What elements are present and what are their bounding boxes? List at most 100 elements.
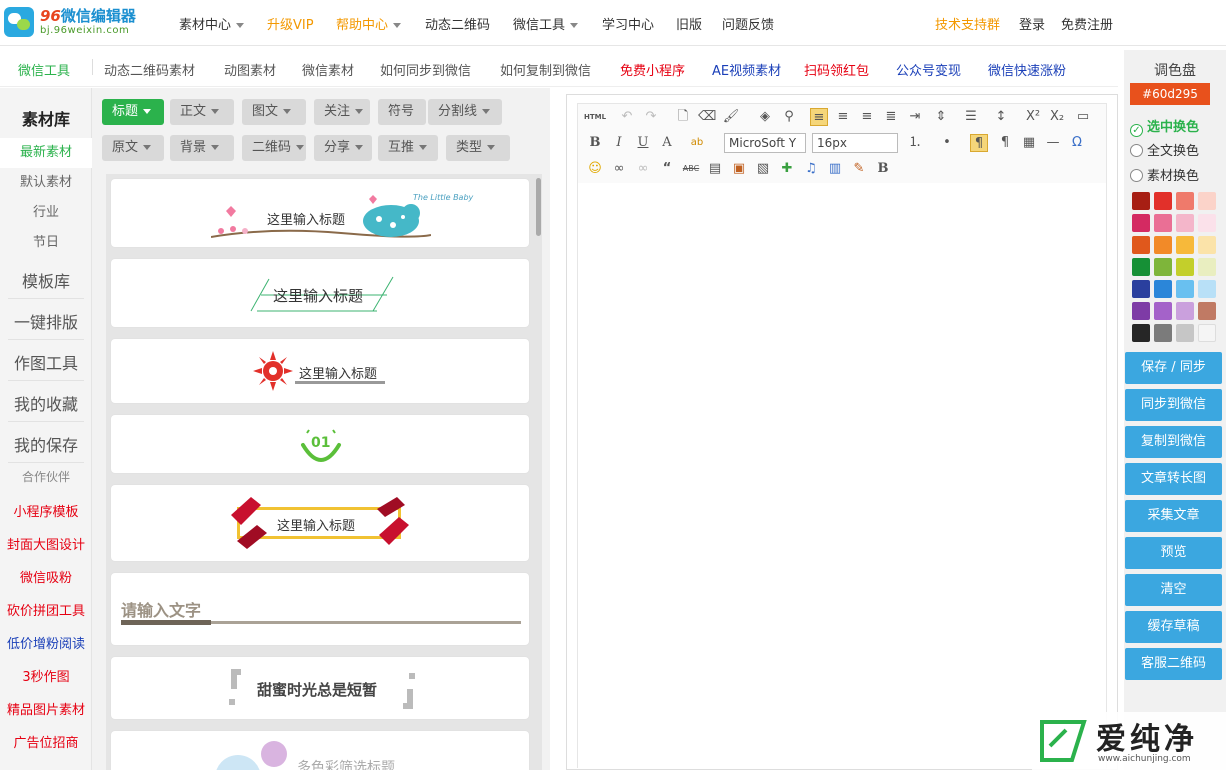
strikethrough-icon[interactable]: ABC: [682, 160, 700, 178]
login-link[interactable]: 登录: [1019, 14, 1045, 33]
calendar-icon[interactable]: ▤: [706, 160, 724, 178]
emoji-icon[interactable]: ☺: [586, 160, 604, 178]
editor-content-area[interactable]: [577, 183, 1107, 768]
category-button-1[interactable]: 正文: [170, 99, 234, 125]
music-icon[interactable]: ♫: [802, 160, 820, 178]
color-swatch[interactable]: [1132, 192, 1150, 210]
subnav-item-7[interactable]: AE视频素材: [712, 60, 781, 79]
sidebar-item-1[interactable]: 默认素材: [0, 168, 92, 198]
sidebar-section-3[interactable]: 我的收藏: [0, 391, 92, 415]
color-swatch[interactable]: [1198, 302, 1216, 320]
category-button-3[interactable]: 关注: [314, 99, 370, 125]
color-swatch[interactable]: [1132, 214, 1150, 232]
color-swatch[interactable]: [1132, 324, 1150, 342]
sidebar-section-0[interactable]: 模板库: [0, 268, 92, 292]
subnav-item-6[interactable]: 免费小程序: [620, 60, 685, 79]
align-right-icon[interactable]: ≡: [858, 108, 876, 126]
color-swatch[interactable]: [1176, 214, 1194, 232]
material-card-4[interactable]: 01: [110, 414, 530, 474]
material-card-6[interactable]: 请输入文字: [110, 572, 530, 646]
color-swatch[interactable]: [1154, 324, 1172, 342]
category-button-row2-4[interactable]: 互推: [378, 135, 438, 161]
topnav-item-7[interactable]: 问题反馈: [722, 14, 774, 33]
eraser-icon[interactable]: ⌫: [698, 108, 716, 126]
color-swatch[interactable]: [1198, 214, 1216, 232]
action-button-0[interactable]: 保存 / 同步: [1125, 352, 1222, 384]
site-logo[interactable]: 96微信编辑器 bj.96weixin.com: [4, 5, 154, 41]
color-swatch[interactable]: [1176, 236, 1194, 254]
puzzle-plugin-icon[interactable]: ✚: [778, 160, 796, 178]
color-swatch[interactable]: [1132, 280, 1150, 298]
partner-link-7[interactable]: 广告位招商: [0, 732, 92, 751]
partner-link-1[interactable]: 封面大图设计: [0, 534, 92, 553]
sidebar-section-2[interactable]: 作图工具: [0, 350, 92, 374]
category-button-2[interactable]: 图文: [242, 99, 306, 125]
subnav-item-8[interactable]: 扫码领红包: [804, 60, 869, 79]
indent-icon[interactable]: ⇥: [906, 108, 924, 126]
color-mode-option-0[interactable]: 选中换色: [1130, 116, 1199, 137]
color-swatch[interactable]: [1154, 214, 1172, 232]
color-mode-option-2[interactable]: 素材换色: [1130, 165, 1199, 184]
horizontal-rule-icon[interactable]: —: [1044, 134, 1062, 152]
subnav-item-4[interactable]: 如何同步到微信: [380, 60, 471, 79]
html-source-button[interactable]: HTML: [584, 108, 606, 126]
category-button-row2-2[interactable]: 二维码: [242, 135, 306, 161]
find-replace-icon[interactable]: ⚲: [780, 108, 798, 126]
subnav-item-10[interactable]: 微信快速涨粉: [988, 60, 1066, 79]
material-card-2[interactable]: 这里输入标题: [110, 258, 530, 328]
sidebar-section-4[interactable]: 我的保存: [0, 432, 92, 456]
color-mode-option-1[interactable]: 全文换色: [1130, 140, 1199, 159]
color-swatch[interactable]: [1198, 280, 1216, 298]
font-color-icon[interactable]: A: [658, 134, 676, 152]
align-center-icon[interactable]: ≡: [834, 108, 852, 126]
redo-icon[interactable]: ↷: [642, 108, 660, 126]
fill-bucket-icon[interactable]: ◈: [756, 108, 774, 126]
action-button-1[interactable]: 同步到微信: [1125, 389, 1222, 421]
partner-link-3[interactable]: 砍价拼团工具: [0, 600, 92, 619]
subnav-item-5[interactable]: 如何复制到微信: [500, 60, 591, 79]
partner-link-4[interactable]: 低价增粉阅读: [0, 633, 92, 652]
undo-icon[interactable]: ↶: [618, 108, 636, 126]
material-card-8[interactable]: 多色彩筛选标题: [110, 730, 530, 770]
format-brush-icon[interactable]: 🖌: [722, 108, 740, 126]
topnav-item-3[interactable]: 动态二维码: [425, 14, 490, 33]
action-button-2[interactable]: 复制到微信: [1125, 426, 1222, 458]
sidebar-item-2[interactable]: 行业: [0, 198, 92, 228]
ltr-direction-icon[interactable]: ¶: [970, 134, 988, 152]
color-swatch[interactable]: [1198, 192, 1216, 210]
category-button-4[interactable]: 符号: [378, 99, 426, 125]
topnav-item-0[interactable]: 素材中心: [179, 14, 245, 33]
color-swatch[interactable]: [1154, 302, 1172, 320]
font-size-select[interactable]: 16px: [812, 133, 898, 153]
color-swatch[interactable]: [1154, 280, 1172, 298]
topnav-item-6[interactable]: 旧版: [676, 14, 702, 33]
color-swatch[interactable]: [1154, 258, 1172, 276]
color-swatch[interactable]: [1132, 236, 1150, 254]
material-card-1[interactable]: 这里输入标题 The Little Baby: [110, 178, 530, 248]
color-swatch[interactable]: [1176, 280, 1194, 298]
paragraph-spacing-icon[interactable]: ⇕: [932, 108, 950, 126]
unordered-list-icon[interactable]: •: [938, 134, 956, 152]
align-justify-icon[interactable]: ≣: [882, 108, 900, 126]
subnav-item-3[interactable]: 微信素材: [302, 60, 354, 79]
bold-alt-icon[interactable]: B: [874, 160, 892, 178]
material-card-3[interactable]: 这里输入标题: [110, 338, 530, 404]
unlink-icon[interactable]: ∞: [634, 160, 652, 178]
bold-icon[interactable]: B: [586, 134, 604, 152]
partner-link-6[interactable]: 精品图片素材: [0, 699, 92, 718]
rtl-direction-icon[interactable]: ¶: [996, 134, 1014, 152]
topnav-item-2[interactable]: 帮助中心: [336, 14, 402, 33]
color-swatch[interactable]: [1154, 192, 1172, 210]
partner-link-5[interactable]: 3秒作图: [0, 666, 92, 685]
subnav-item-2[interactable]: 动图素材: [224, 60, 276, 79]
color-swatch[interactable]: [1176, 258, 1194, 276]
italic-icon[interactable]: I: [610, 134, 628, 152]
new-doc-icon[interactable]: 🗋: [674, 108, 692, 126]
font-family-select[interactable]: MicroSoft Y: [724, 133, 806, 153]
color-swatch[interactable]: [1132, 258, 1150, 276]
category-button-row2-5[interactable]: 类型: [446, 135, 510, 161]
category-button-row2-1[interactable]: 背景: [170, 135, 234, 161]
color-swatch[interactable]: [1198, 258, 1216, 276]
preview-monitor-icon[interactable]: ▭: [1074, 108, 1092, 126]
topnav-item-1[interactable]: 升级VIP: [267, 14, 314, 33]
